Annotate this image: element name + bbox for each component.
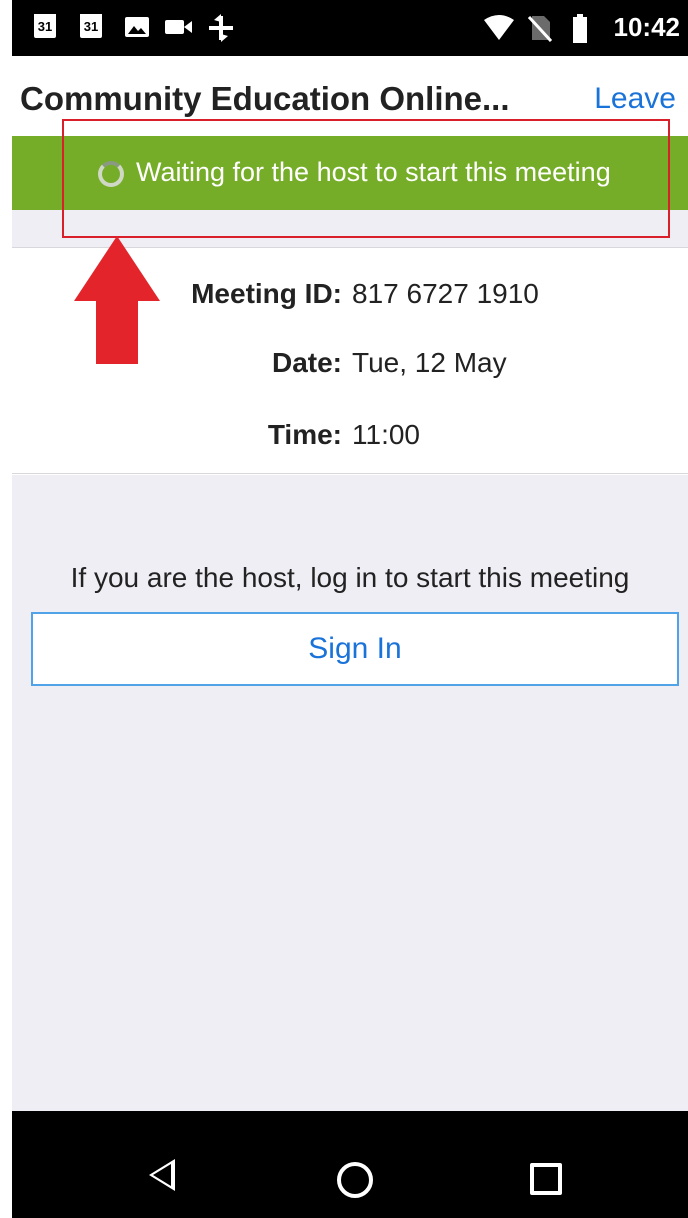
arrow-icon (74, 236, 160, 301)
status-bar: 31 31 10:42 (12, 0, 688, 56)
date-value: Tue, 12 May (352, 347, 507, 378)
host-section: If you are the host, log in to start thi… (12, 475, 688, 1111)
meeting-id-value: 817 6727 1910 (352, 278, 539, 309)
meeting-id-label: Meeting ID: (191, 278, 342, 309)
video-icon (165, 20, 192, 34)
arrow-shaft (96, 300, 138, 364)
home-icon[interactable] (337, 1162, 373, 1198)
meeting-title: Community Education Online... (20, 80, 510, 117)
status-time: 10:42 (613, 12, 681, 42)
sign-in-button[interactable]: Sign In (31, 612, 679, 686)
back-icon[interactable] (149, 1159, 175, 1191)
time-label: Time: (267, 419, 342, 450)
recents-icon[interactable] (530, 1163, 562, 1195)
image-icon (125, 17, 149, 37)
calendar-icon: 31 (34, 14, 56, 38)
no-sim-icon (528, 15, 552, 42)
battery-icon (573, 14, 587, 43)
wifi-icon (484, 15, 514, 40)
calendar-icon: 31 (80, 14, 102, 38)
date-label: Date: (271, 347, 342, 378)
time-value: 11:00 (352, 419, 420, 450)
highlight-box (62, 119, 670, 238)
sync-icon (209, 14, 233, 42)
navigation-bar (12, 1111, 688, 1218)
leave-button[interactable]: Leave (594, 82, 676, 116)
host-message: If you are the host, log in to start thi… (70, 562, 630, 593)
